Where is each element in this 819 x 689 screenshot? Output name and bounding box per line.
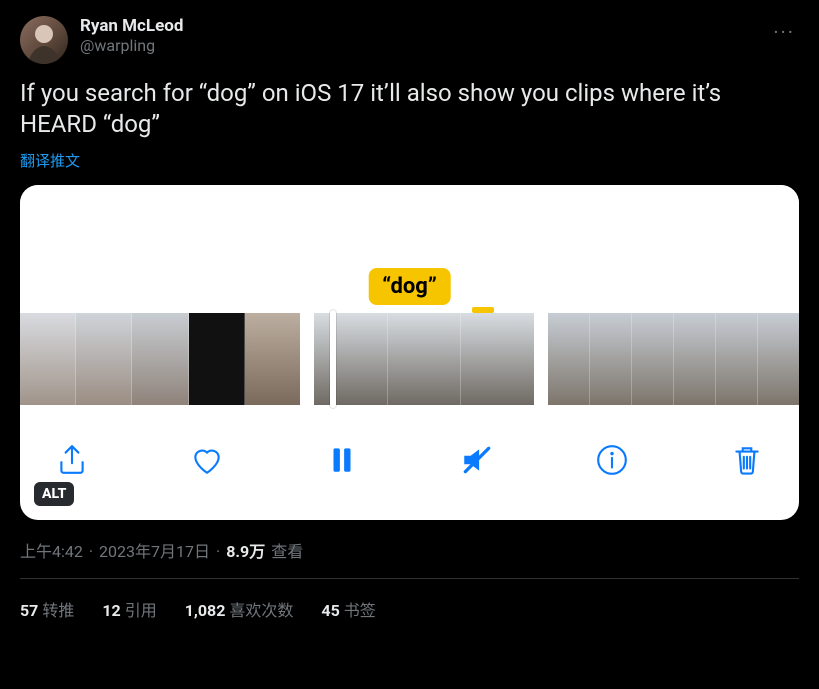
- media-toolbar: [20, 405, 799, 495]
- tweet-date[interactable]: 2023年7月17日: [99, 538, 210, 562]
- meta-sep: ·: [216, 542, 220, 561]
- tweet-time[interactable]: 上午4:42: [20, 538, 83, 562]
- clip-frame: [758, 313, 799, 405]
- clip-frame: [20, 313, 76, 405]
- avatar[interactable]: [20, 16, 68, 64]
- meta-row: 上午4:42 · 2023年7月17日 · 8.9万 查看: [20, 538, 799, 562]
- translate-link[interactable]: 翻译推文: [20, 150, 799, 171]
- bookmarks[interactable]: 45书签: [321, 597, 375, 621]
- likes[interactable]: 1,082喜欢次数: [185, 597, 294, 621]
- clip-frame: [461, 313, 534, 405]
- clip-group[interactable]: [314, 313, 534, 405]
- clip-frame: [388, 313, 462, 405]
- clip-frame: [590, 313, 632, 405]
- views-count: 8.9万: [226, 538, 265, 562]
- display-name: Ryan McLeod: [80, 16, 183, 36]
- clip-frame: [132, 313, 188, 405]
- tweet-container: Ryan McLeod @warpling ··· If you search …: [0, 0, 819, 621]
- info-icon[interactable]: [592, 440, 632, 480]
- more-button[interactable]: ···: [769, 16, 799, 48]
- search-term-badge: “dog”: [368, 268, 451, 305]
- clip-frame: [716, 313, 758, 405]
- meta-sep: ·: [89, 542, 93, 561]
- more-icon: ···: [773, 20, 795, 44]
- clip-frame: [674, 313, 716, 405]
- playhead[interactable]: [330, 310, 336, 408]
- views-label: 查看: [271, 538, 303, 562]
- divider: [20, 578, 799, 579]
- handle: @warpling: [80, 36, 183, 55]
- clip-frame: [632, 313, 674, 405]
- media-card[interactable]: “dog”: [20, 185, 799, 520]
- heart-icon[interactable]: [187, 440, 227, 480]
- pause-icon[interactable]: [322, 440, 362, 480]
- quotes[interactable]: 12引用: [102, 597, 156, 621]
- film-strip[interactable]: [20, 313, 799, 405]
- clip-frame: [548, 313, 590, 405]
- clip-frame: [189, 313, 245, 405]
- trash-icon[interactable]: [727, 440, 767, 480]
- author-names[interactable]: Ryan McLeod @warpling: [80, 16, 183, 56]
- clip-frame: [245, 313, 300, 405]
- share-icon[interactable]: [52, 440, 92, 480]
- media-top: “dog”: [20, 185, 799, 313]
- tweet-text: If you search for “dog” on iOS 17 it’ll …: [20, 78, 799, 140]
- mute-icon[interactable]: [457, 440, 497, 480]
- clip-group[interactable]: [20, 313, 300, 405]
- clip-frame: [76, 313, 132, 405]
- stats-row: 57转推 12引用 1,082喜欢次数 45书签: [20, 597, 799, 621]
- clip-group[interactable]: [548, 313, 799, 405]
- retweets[interactable]: 57转推: [20, 597, 74, 621]
- clip-frame: [314, 313, 388, 405]
- alt-badge[interactable]: ALT: [34, 482, 74, 506]
- tweet-header: Ryan McLeod @warpling ···: [20, 16, 799, 64]
